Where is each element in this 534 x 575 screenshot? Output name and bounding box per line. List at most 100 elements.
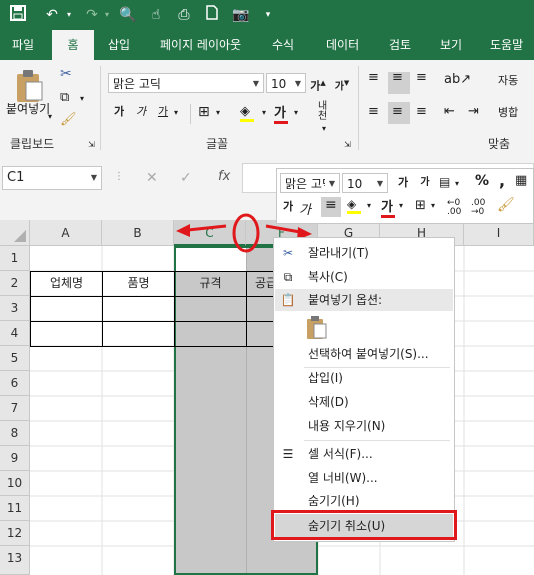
mini-shrink-font-button[interactable]: 가 <box>417 173 433 193</box>
fill-color-icon[interactable]: ◈ <box>240 104 254 122</box>
row-header[interactable]: 6 <box>0 371 30 396</box>
menu-item-hide[interactable]: 숨기기(H) <box>308 490 360 512</box>
row-header[interactable]: 7 <box>0 396 30 421</box>
table-cell[interactable] <box>102 296 175 322</box>
row-header[interactable]: 13 <box>0 546 30 575</box>
row-header[interactable]: 10 <box>0 471 30 496</box>
row-header[interactable]: 1 <box>0 246 30 271</box>
mini-font-color-button[interactable]: 가 <box>381 196 395 218</box>
redo-dropdown-icon[interactable]: ▾ <box>102 5 112 25</box>
table-cell[interactable] <box>102 321 175 347</box>
tab-help[interactable]: 도움말 <box>490 30 523 60</box>
right-align-icon[interactable]: ≡ <box>416 104 427 119</box>
tab-formulas[interactable]: 수식 <box>272 30 294 60</box>
mini-borders-icon[interactable]: ⊞ <box>415 198 426 213</box>
fill-dropdown-icon[interactable]: ▾ <box>367 201 371 210</box>
row-header[interactable]: 9 <box>0 446 30 471</box>
accounting-dropdown-icon[interactable]: ▾ <box>455 179 459 188</box>
chevron-down-icon[interactable]: ▼ <box>291 74 305 92</box>
mini-font-name-combo[interactable]: 맑은 고딕 ▼ <box>280 173 340 193</box>
column-header-a[interactable]: A <box>30 220 102 246</box>
grow-font-button[interactable]: 가▲ <box>310 73 326 97</box>
font-launcher-icon[interactable]: ⇲ <box>344 140 351 149</box>
print-preview-icon[interactable]: 🔍 <box>118 5 138 25</box>
chevron-down-icon[interactable]: ▼ <box>373 174 387 192</box>
menu-item-format-cells[interactable]: 셀 서식(F)... <box>308 443 373 465</box>
mini-italic-icon[interactable]: 가 <box>299 199 311 218</box>
cut-icon[interactable]: ✂ <box>60 66 72 82</box>
percent-style-button[interactable]: % <box>475 173 489 189</box>
row-header[interactable]: 12 <box>0 521 30 546</box>
font-color-button[interactable]: 가 <box>274 102 288 124</box>
menu-item-clear-contents[interactable]: 내용 지우기(N) <box>308 415 385 437</box>
left-align-icon[interactable]: ≡ <box>368 104 379 119</box>
tab-view[interactable]: 보기 <box>440 30 462 60</box>
menu-item-paste-special[interactable]: 선택하여 붙여넣기(S)... <box>308 343 429 365</box>
chevron-down-icon[interactable]: ▼ <box>325 174 339 192</box>
chevron-down-icon[interactable]: ▼ <box>249 74 263 92</box>
quick-print-icon[interactable]: ⎙ <box>174 5 194 25</box>
top-align-icon[interactable]: ≡ <box>368 71 379 84</box>
row-header[interactable]: 3 <box>0 296 30 321</box>
menu-item-insert[interactable]: 삽입(I) <box>308 367 343 389</box>
customize-qat-icon[interactable]: ▾ <box>262 5 274 25</box>
format-painter-icon[interactable]: ▦ <box>515 173 527 188</box>
paste-icon[interactable] <box>14 68 44 104</box>
tab-home[interactable]: 홈 <box>52 30 94 60</box>
mini-bold-button[interactable]: 가 <box>280 197 296 217</box>
redo-icon[interactable]: ↷ <box>82 5 102 25</box>
font-name-combo[interactable]: 맑은 고딕 ▼ <box>108 73 264 93</box>
copy-icon[interactable]: ⧉ <box>60 90 69 105</box>
fill-color-dropdown-icon[interactable]: ▾ <box>262 108 266 117</box>
row-header[interactable]: 11 <box>0 496 30 521</box>
row-header[interactable]: 8 <box>0 421 30 446</box>
borders-dropdown-icon[interactable]: ▾ <box>431 201 435 210</box>
undo-dropdown-icon[interactable]: ▾ <box>64 5 74 25</box>
merge-center-button[interactable]: 병합 <box>498 104 518 120</box>
italic-button[interactable]: 가 <box>134 102 148 122</box>
tab-data[interactable]: 데이터 <box>326 30 359 60</box>
underline-dropdown-icon[interactable]: ▾ <box>174 108 178 117</box>
row-header[interactable]: 2 <box>0 271 30 296</box>
clear-format-icon[interactable]: 🖌 <box>497 197 515 213</box>
menu-item-copy[interactable]: 복사(C) <box>308 266 348 288</box>
borders-dropdown-icon[interactable]: ▾ <box>216 108 220 117</box>
mini-font-size-combo[interactable]: 10 ▼ <box>342 173 388 193</box>
tab-review[interactable]: 검토 <box>389 30 411 60</box>
font-color-dropdown-icon[interactable]: ▾ <box>399 201 403 210</box>
table-cell[interactable] <box>30 296 103 322</box>
chevron-down-icon[interactable]: ▼ <box>87 167 101 189</box>
increase-indent-icon[interactable]: ⇥ <box>468 104 479 119</box>
increase-decimal-icon[interactable]: ←0.00 <box>447 199 461 217</box>
row-header[interactable]: 5 <box>0 346 30 371</box>
table-cell[interactable] <box>30 321 103 347</box>
touch-mode-icon[interactable]: ☝ <box>146 5 166 25</box>
decrease-decimal-icon[interactable]: .00 →0 <box>471 199 485 217</box>
font-color-dropdown-icon[interactable]: ▾ <box>294 108 298 117</box>
shrink-font-button[interactable]: 가▼ <box>334 73 350 97</box>
paste-dropdown-icon[interactable]: ▾ <box>48 112 52 121</box>
bottom-align-icon[interactable]: ≡ <box>416 71 427 84</box>
clipboard-launcher-icon[interactable]: ⇲ <box>88 140 95 149</box>
menu-item-cut[interactable]: 잘라내기(T) <box>308 242 369 264</box>
format-painter-icon[interactable]: 🖌 <box>60 112 77 127</box>
menu-item-delete[interactable]: 삭제(D) <box>308 391 349 413</box>
table-header-cell[interactable]: 품명 <box>102 271 175 297</box>
menu-item-column-width[interactable]: 열 너비(W)... <box>308 467 378 489</box>
tab-insert[interactable]: 삽입 <box>108 30 130 60</box>
accounting-format-icon[interactable]: ▤ <box>439 175 450 189</box>
paste-clipboard-icon[interactable] <box>306 316 328 340</box>
orientation-icon[interactable]: ab↗ <box>444 72 471 87</box>
phonetic-dropdown-icon[interactable]: ▾ <box>322 124 326 133</box>
save-icon[interactable] <box>8 5 28 25</box>
mini-grow-font-button[interactable]: 가 <box>395 173 411 193</box>
table-header-cell[interactable]: 규격 <box>174 271 247 297</box>
tab-file[interactable]: 파일 <box>12 30 34 60</box>
undo-icon[interactable]: ↶ <box>42 5 62 25</box>
tab-page-layout[interactable]: 페이지 레이아웃 <box>160 30 241 60</box>
underline-button[interactable]: 가 <box>156 102 170 122</box>
decrease-indent-icon[interactable]: ⇤ <box>444 104 455 119</box>
borders-icon[interactable]: ⊞ <box>198 104 210 120</box>
phonetic-button[interactable]: 내천 <box>318 102 334 122</box>
font-size-combo[interactable]: 10 ▼ <box>266 73 306 93</box>
